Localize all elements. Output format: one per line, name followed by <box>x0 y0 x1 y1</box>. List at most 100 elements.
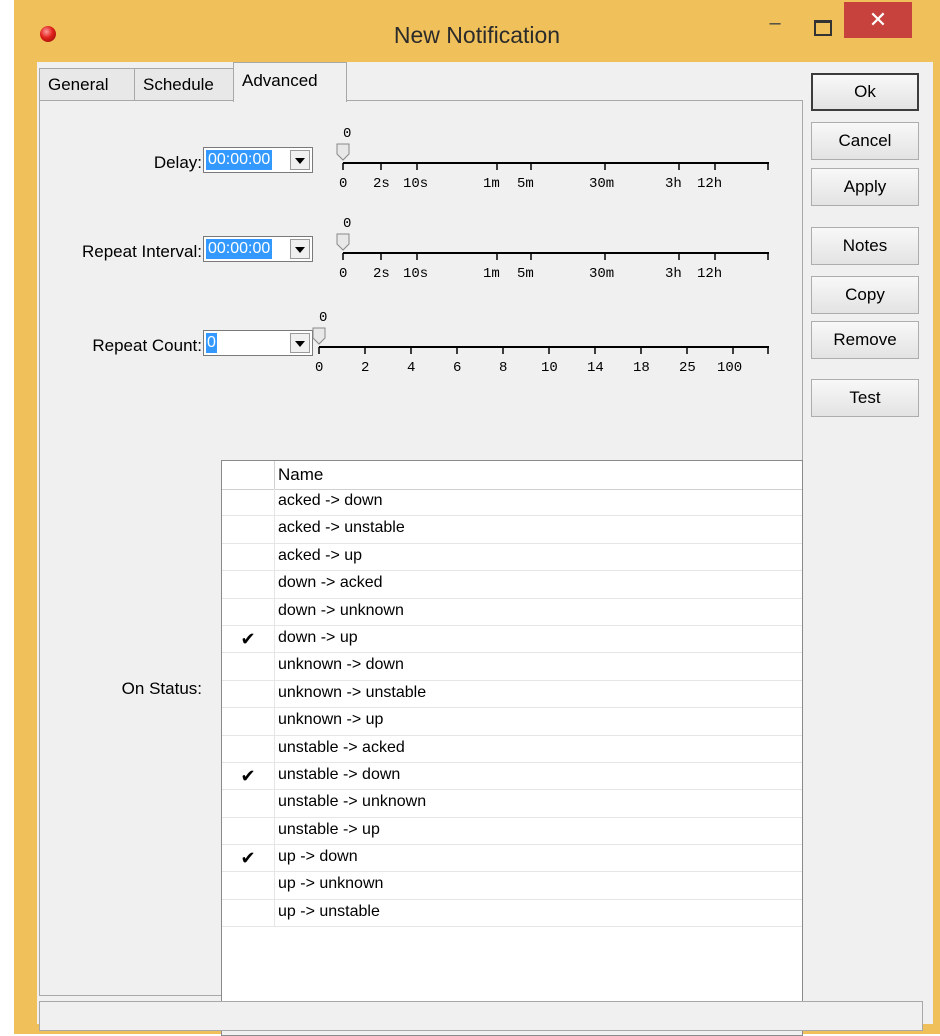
window-frame: New Notification – ✕ General Schedule Ad… <box>14 0 940 1036</box>
chevron-down-icon[interactable] <box>290 239 310 259</box>
delay-slider-value: 0 <box>343 126 351 142</box>
table-row[interactable]: unknown -> unstable <box>222 680 802 709</box>
table-row[interactable]: ✔ up -> down <box>222 845 802 873</box>
table-row[interactable]: acked -> down <box>222 489 802 517</box>
status-bar <box>39 1001 923 1031</box>
table-row[interactable]: unstable -> unknown <box>222 790 802 818</box>
table-row[interactable]: up -> unstable <box>222 899 802 928</box>
remove-button[interactable]: Remove <box>811 321 919 359</box>
maximize-button[interactable] <box>804 12 840 42</box>
repeat-count-tick-label: 6 <box>453 360 461 376</box>
status-transition-name: unstable -> unknown <box>278 793 427 811</box>
repeat-interval-tick-label: 2s <box>373 266 390 282</box>
table-row[interactable]: acked -> unstable <box>222 516 802 544</box>
table-row[interactable]: acked -> up <box>222 543 802 572</box>
close-button[interactable]: ✕ <box>844 2 912 38</box>
title-bar[interactable]: New Notification – ✕ <box>14 0 940 62</box>
checkbox-cell[interactable] <box>222 489 275 516</box>
table-row[interactable]: ✔ down -> up <box>222 625 802 654</box>
status-transition-name: acked -> down <box>278 492 383 509</box>
repeat-interval-label: Repeat Interval: <box>81 242 202 261</box>
maximize-icon <box>814 20 832 36</box>
checkbox-cell[interactable] <box>222 899 275 927</box>
repeat-interval-tick-label: 10s <box>403 266 428 282</box>
delay-value: 00:00:00 <box>206 150 273 170</box>
table-row[interactable]: unstable -> acked <box>222 735 802 763</box>
delay-slider-thumb[interactable] <box>336 143 350 161</box>
repeat-count-tick-label: 8 <box>499 360 507 376</box>
check-icon[interactable]: ✔ <box>222 625 275 653</box>
status-transition-name: up -> down <box>278 848 358 866</box>
checkbox-cell[interactable] <box>222 653 275 680</box>
table-header: Name <box>222 461 802 490</box>
repeat-interval-tick-label: 3h <box>665 266 682 282</box>
checkbox-cell[interactable] <box>222 708 275 735</box>
status-transition-name: unknown -> unstable <box>278 683 427 701</box>
delay-tick-label: 10s <box>403 176 428 192</box>
repeat-count-slider[interactable]: 0 0 2 4 6 8 10 14 18 25 100 <box>309 306 783 386</box>
dialog-client: General Schedule Advanced Delay: 00:00:0… <box>37 62 933 1036</box>
delay-slider[interactable]: 0 0 2s 10s 1m 5m 30m 3h 12h <box>333 122 783 202</box>
tab-general[interactable]: General <box>39 68 135 100</box>
table-row[interactable]: up -> unknown <box>222 872 802 900</box>
status-transition-name: acked -> unstable <box>278 519 405 537</box>
tab-advanced[interactable]: Advanced <box>233 62 347 102</box>
on-status-label: On Status: <box>121 679 202 698</box>
checkbox-cell[interactable] <box>222 516 275 543</box>
table-row[interactable]: unstable -> up <box>222 817 802 846</box>
table-row[interactable]: unknown -> up <box>222 708 802 736</box>
checkbox-cell[interactable] <box>222 817 275 845</box>
cancel-button[interactable]: Cancel <box>811 122 919 160</box>
status-transition-name: up -> unknown <box>278 875 384 893</box>
name-column-header[interactable]: Name <box>278 465 323 485</box>
checkbox-cell[interactable] <box>222 543 275 571</box>
checkbox-cell[interactable] <box>222 571 275 598</box>
repeat-count-value: 0 <box>206 333 217 353</box>
minimize-button[interactable]: – <box>762 12 788 42</box>
notes-button[interactable]: Notes <box>811 227 919 265</box>
repeat-count-combo[interactable]: 0 <box>203 330 313 356</box>
on-status-table[interactable]: Name acked -> down acked -> unstable acked… <box>221 460 803 1036</box>
window-title: New Notification <box>393 22 561 48</box>
apply-button[interactable]: Apply <box>811 168 919 206</box>
repeat-count-label: Repeat Count: <box>92 336 202 355</box>
repeat-count-tick-label: 10 <box>541 360 558 376</box>
table-row[interactable]: ✔ unstable -> down <box>222 762 802 791</box>
repeat-count-tick-label: 14 <box>587 360 604 376</box>
checkbox-column-header[interactable] <box>222 461 275 489</box>
checkbox-cell[interactable] <box>222 598 275 625</box>
delay-tick-label: 5m <box>517 176 534 192</box>
repeat-count-slider-thumb[interactable] <box>312 327 326 345</box>
repeat-interval-combo[interactable]: 00:00:00 <box>203 236 313 262</box>
test-button[interactable]: Test <box>811 379 919 417</box>
delay-tick-label: 30m <box>589 176 614 192</box>
checkbox-cell[interactable] <box>222 790 275 817</box>
delay-tick-label: 12h <box>697 176 722 192</box>
delay-combo[interactable]: 00:00:00 <box>203 147 313 173</box>
chevron-down-icon[interactable] <box>290 150 310 170</box>
repeat-interval-slider-thumb[interactable] <box>336 233 350 251</box>
check-icon[interactable]: ✔ <box>222 762 275 790</box>
table-row[interactable]: down -> unknown <box>222 598 802 626</box>
repeat-count-tick-label: 0 <box>315 360 323 376</box>
table-row[interactable]: unknown -> down <box>222 653 802 681</box>
status-transition-name: unknown -> up <box>278 711 384 729</box>
table-row[interactable]: down -> acked <box>222 571 802 599</box>
delay-label: Delay: <box>153 153 202 172</box>
table-body: acked -> down acked -> unstable acked -> u… <box>222 489 802 928</box>
delay-tick-label: 1m <box>483 176 500 192</box>
repeat-interval-slider[interactable]: 0 0 2s 10s 1m 5m 30m 3h 12h <box>333 212 783 292</box>
chevron-down-icon[interactable] <box>290 333 310 353</box>
repeat-interval-value: 00:00:00 <box>206 239 273 259</box>
checkbox-cell[interactable] <box>222 872 275 899</box>
tab-schedule[interactable]: Schedule <box>134 68 234 100</box>
check-icon[interactable]: ✔ <box>222 845 275 872</box>
checkbox-cell[interactable] <box>222 735 275 762</box>
repeat-interval-slider-value: 0 <box>343 216 351 232</box>
checkbox-cell[interactable] <box>222 680 275 708</box>
status-transition-name: down -> unknown <box>278 601 404 619</box>
copy-button[interactable]: Copy <box>811 276 919 314</box>
ok-button[interactable]: Ok <box>811 73 919 111</box>
status-transition-name: unstable -> up <box>278 820 380 838</box>
status-transition-name: unstable -> down <box>278 765 401 783</box>
